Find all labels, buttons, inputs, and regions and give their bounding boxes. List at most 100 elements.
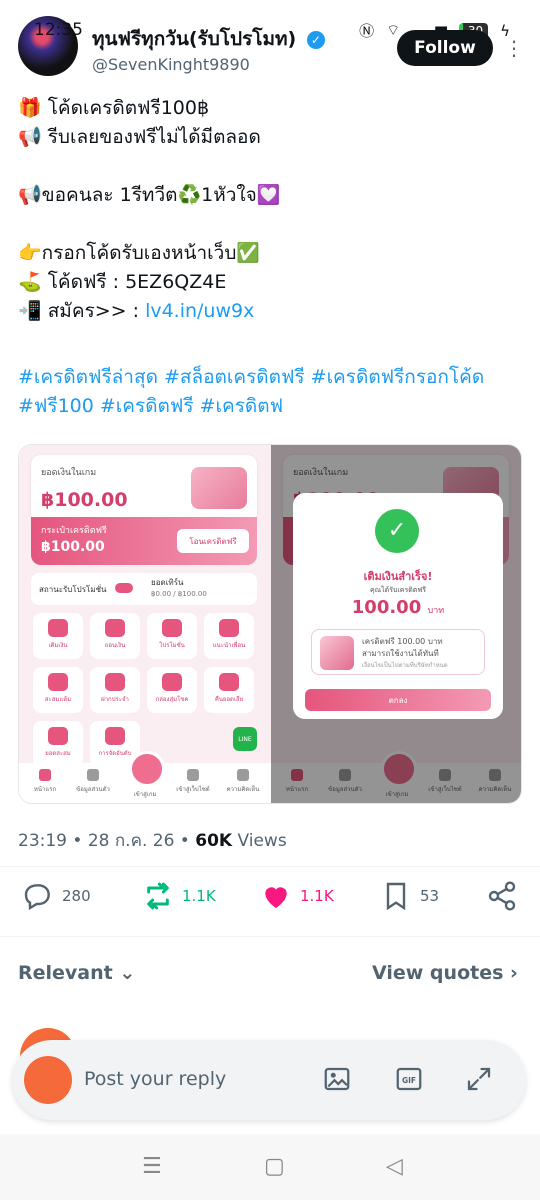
promotion-icon (162, 619, 182, 637)
tweet-line: 📢 รีบเลยของฟรีไม่ได้มีตลอด (18, 126, 261, 148)
gift-info-box: เครดิตฟรี 100.00 บาท สามารถใช้งานได้ทันท… (311, 629, 485, 675)
view-quotes-link[interactable]: View quotes › (372, 962, 518, 984)
menu-item: โปรโมชั่น (147, 613, 197, 659)
menu-item-label: เติมเงิน (48, 642, 68, 649)
recents-icon[interactable]: ☰ (142, 1154, 162, 1179)
views-label: Views (237, 831, 287, 851)
more-options-icon[interactable]: ⋮ (504, 36, 524, 60)
user-icon (87, 769, 99, 781)
turnover-label: ยอดเทิร์น (151, 578, 184, 587)
bookmark-button[interactable]: 53 (380, 880, 439, 912)
app-nav-label: ข้อมูลส่วนตัว (76, 786, 110, 793)
menu-item-label: กล่องสุ่มโชค (155, 696, 189, 703)
sort-relevant-dropdown[interactable]: Relevant ⌄ (18, 962, 135, 984)
refer-friend-icon (219, 619, 239, 637)
modal-title: เติมเงินสำเร็จ! (363, 570, 433, 583)
lucky-box-icon (162, 673, 182, 691)
share-icon (488, 881, 516, 911)
menu-item-label: โปรโมชั่น (159, 642, 185, 649)
reply-icon (24, 884, 50, 911)
withdraw-icon (105, 619, 125, 637)
bookmark-count: 53 (420, 887, 440, 905)
globe-icon (187, 769, 199, 781)
tweet-media-image[interactable]: ยอดเงินในเกม ฿100.00 กระเป๋าเครดิตฟรี ฿1… (18, 444, 522, 804)
tweet-date: 28 ก.ค. 26 (87, 831, 175, 851)
chevron-down-icon: ⌄ (119, 962, 136, 984)
menu-item: ยอดสะสม (33, 721, 83, 767)
menu-item: ถอนเงิน (90, 613, 140, 659)
author-name-text[interactable]: ทุนฟรีทุกวัน(รับโปรโมท) (92, 28, 296, 50)
wallet-amount: ฿100.00 (41, 539, 105, 555)
app-nav-label: เข้าสู่เว็บไซต์ (176, 786, 210, 793)
home-button-icon[interactable]: ▢ (264, 1154, 285, 1179)
repost-button[interactable]: 1.1K (142, 880, 216, 912)
reply-composer[interactable]: Post your reply GIF (12, 1040, 526, 1120)
reply-count: 280 (62, 887, 91, 905)
promo-status-row: สถานะรับโปรโมชั่น ยอดเทิร์น ฿0.00 / ฿100… (31, 573, 257, 605)
menu-item-label: สะสมแต้ม (44, 696, 72, 703)
app-nav-website: เข้าสู่เว็บไซต์ (169, 769, 217, 794)
promo-toggle (115, 583, 133, 593)
menu-item-label: ถอนเงิน (104, 642, 126, 649)
promo-status-label: สถานะรับโปรโมชั่น (39, 585, 107, 594)
signup-prefix: 📲 สมัคร>> : (18, 300, 146, 322)
svg-text:GIF: GIF (402, 1076, 416, 1085)
modal-amount-value: 100.00 (351, 597, 422, 618)
gift-icon (320, 636, 354, 670)
reply-input[interactable]: Post your reply (84, 1068, 226, 1090)
tweet-line: ⛳ โค้ดฟรี : 5EZ6QZ4E (18, 271, 227, 293)
chat-icon (237, 769, 249, 781)
menu-item: คืนยอดเสีย (204, 667, 254, 713)
author-handle[interactable]: @SevenKinght9890 (92, 55, 250, 74)
repost-icon (147, 882, 169, 910)
deposit-icon (48, 619, 68, 637)
menu-item: เติมเงิน (33, 613, 83, 659)
status-time: 12:35 (34, 20, 83, 40)
tweet-line: 🎁 โค้ดเครดิตฟรี100฿ (18, 97, 210, 119)
author-display-name[interactable]: ทุนฟรีทุกวัน(รับโปรโมท) ✓ (92, 24, 325, 54)
modal-ok-button: ตกลง (305, 689, 491, 711)
tweet-line-signup: 📲 สมัคร>> : lv4.in/uw9x (18, 297, 522, 326)
modal-subtitle: คุณได้รับเครดิตฟรี (369, 586, 427, 594)
system-navigation-bar: ☰ ▢ ◁ (0, 1134, 540, 1200)
tweet-line (18, 210, 522, 239)
tweet-line (18, 152, 522, 181)
gif-icon[interactable]: GIF (394, 1064, 424, 1094)
balance-label: ยอดเงินในเกม (41, 468, 97, 478)
follow-button[interactable]: Follow (397, 30, 493, 66)
wallet-icon (191, 467, 247, 509)
view-count[interactable]: 60K (195, 831, 232, 851)
bookmark-icon (386, 882, 406, 911)
hashtags[interactable]: #เครดิตฟรีล่าสุด #สล็อตเครดิตฟรี #เครดิต… (18, 363, 522, 421)
repost-count: 1.1K (182, 887, 216, 905)
menu-item-label: ยอดสะสม (45, 750, 71, 757)
app-nav-feedback: ความคิดเห็น (219, 769, 267, 794)
menu-item: กล่องสุ่มโชค (147, 667, 197, 713)
expand-icon[interactable] (464, 1064, 494, 1094)
signup-link[interactable]: lv4.in/uw9x (145, 300, 254, 322)
money-bag-icon (48, 727, 68, 745)
modal-amount-unit: บาท (427, 606, 445, 616)
tweet-time: 23:19 (18, 831, 67, 851)
image-icon[interactable] (322, 1064, 352, 1094)
menu-item: สะสมแต้ม (33, 667, 83, 713)
media-panel-right: ยอดเงินในเกม ฿100.00 หน้าแรก ข้อมูลส่วนต… (271, 445, 521, 803)
app-nav-profile: ข้อมูลส่วนตัว (69, 769, 117, 794)
share-button[interactable] (486, 880, 518, 912)
cashback-icon (219, 673, 239, 691)
back-icon[interactable]: ◁ (386, 1154, 403, 1179)
like-button[interactable]: 1.1K (260, 880, 334, 912)
calendar-icon (105, 673, 125, 691)
tweet-line: 📢ขอคนละ 1รีทวีต♻️1หัวใจ💟 (18, 184, 281, 206)
app-nav-label: เข้าสู่เกม (133, 791, 157, 798)
points-icon (48, 673, 68, 691)
app-nav-home: หน้าแรก (21, 769, 69, 794)
reply-button[interactable]: 280 (22, 880, 91, 912)
media-panel-left: ยอดเงินในเกม ฿100.00 กระเป๋าเครดิตฟรี ฿1… (19, 445, 271, 803)
transfer-credit-button: โอนเครดิตฟรี (177, 529, 249, 553)
turnover-value: ฿0.00 / ฿100.00 (151, 590, 207, 598)
gift-line-3: เงื่อนไขเป็นไปตามที่บริษัทกำหนด (362, 662, 448, 669)
tweet-text: 🎁 โค้ดเครดิตฟรี100฿ 📢 รีบเลยของฟรีไม่ได้… (18, 94, 522, 326)
tweet-meta: 23:19 • 28 ก.ค. 26 • 60K Views (18, 831, 287, 851)
tweet-line: 👉กรอกโค้ดรับเองหน้าเว็บ✅ (18, 242, 261, 264)
